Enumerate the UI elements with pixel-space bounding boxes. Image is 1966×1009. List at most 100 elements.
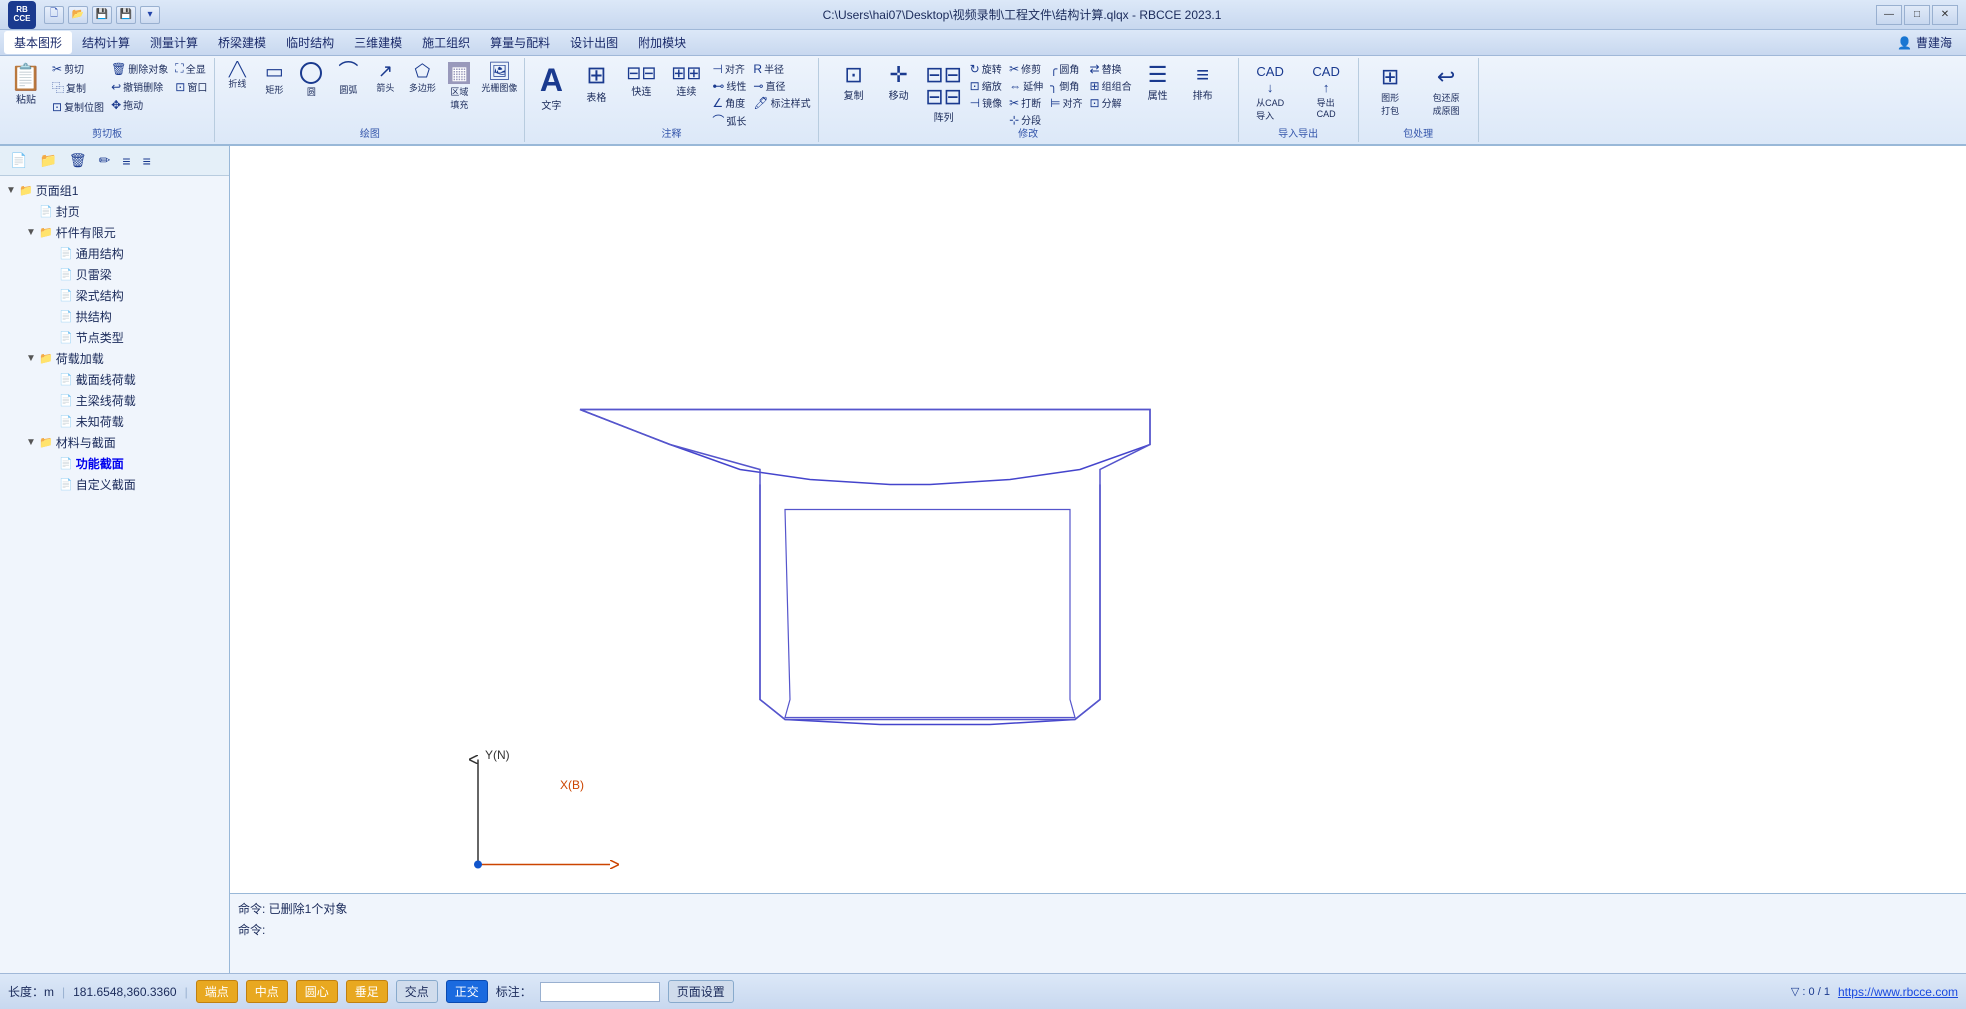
new-page-button[interactable]: 📄 — [6, 150, 31, 171]
menu-construction-org[interactable]: 施工组织 — [412, 31, 480, 54]
menu-quantity[interactable]: 算量与配料 — [480, 31, 560, 54]
snap-center-button[interactable]: 圆心 — [296, 980, 338, 1003]
close-button[interactable]: ✕ — [1932, 5, 1958, 25]
snap-intersection-button[interactable]: 交点 — [396, 980, 438, 1003]
align3-button[interactable]: ⊨对齐 — [1047, 94, 1085, 111]
tree-item-func-section[interactable]: 📄 功能截面 — [2, 453, 227, 474]
menu-addon[interactable]: 附加模块 — [628, 31, 696, 54]
maximize-button[interactable]: □ — [1904, 5, 1930, 25]
menu-design-draw[interactable]: 设计出图 — [560, 31, 628, 54]
array-button[interactable]: ⊟⊟⊟⊟ 阵列 — [922, 60, 966, 128]
arc-button[interactable]: ⌒ 圆弧 — [330, 60, 366, 98]
text-button[interactable]: A 文字 — [529, 60, 573, 116]
break-button[interactable]: ✂打断 — [1006, 94, 1046, 111]
arrow-button[interactable]: ↗ 箭头 — [367, 60, 403, 96]
group-comb-button[interactable]: ⊞组组合 — [1087, 77, 1135, 94]
tree-item-arch[interactable]: 📄 拱结构 — [2, 306, 227, 327]
angle-dim-button[interactable]: ∠角度 — [709, 94, 749, 111]
round-corner-button[interactable]: ╭圆角 — [1047, 60, 1085, 77]
menu-3d-build[interactable]: 三维建模 — [344, 31, 412, 54]
mirror-button[interactable]: ⊣镜像 — [967, 94, 1005, 111]
tree-item-load-apply[interactable]: ▼ 📁 荷载加载 — [2, 348, 227, 369]
tree-item-bailey[interactable]: 📄 贝雷梁 — [2, 264, 227, 285]
polyline-button[interactable]: ╱╲ 折线 — [219, 60, 255, 92]
save-button[interactable]: 💾 — [92, 6, 112, 24]
window-button[interactable]: ⊡ 窗口 — [172, 78, 210, 95]
rotate-button[interactable]: ↻旋转 — [967, 60, 1005, 77]
radius-dim-button[interactable]: R半径 — [750, 60, 813, 77]
fast-button[interactable]: ⊟⊟ 快连 — [619, 60, 663, 102]
snap-perpendicular-button[interactable]: 垂足 — [346, 980, 388, 1003]
dropdown-button[interactable]: ▾ — [140, 6, 160, 24]
tree-item-custom-section[interactable]: 📄 自定义截面 — [2, 474, 227, 495]
from-cad-button[interactable]: CAD↓ 从CAD导入 — [1243, 60, 1298, 126]
restore-button[interactable]: ↩ 包还原成原图 — [1419, 60, 1474, 121]
drawing-canvas[interactable]: Y(N) X(B) — [230, 146, 1966, 893]
menu-bridge-model[interactable]: 桥梁建模 — [208, 31, 276, 54]
edit-page-button[interactable]: ✏ — [95, 150, 115, 171]
split-button[interactable]: ⊡分解 — [1087, 94, 1135, 111]
save-as-button[interactable]: 💾 — [116, 6, 136, 24]
tree-item-cover[interactable]: 📄 封页 — [2, 201, 227, 222]
ortho-button[interactable]: 正交 — [446, 980, 488, 1003]
detail-view-button[interactable]: ≡ — [139, 151, 155, 171]
snap-endpoint-button[interactable]: 端点 — [196, 980, 238, 1003]
diameter-dim-button[interactable]: ⊸直径 — [750, 77, 813, 94]
tree-item-section-line-load[interactable]: 📄 截面线荷载 — [2, 369, 227, 390]
region-fill-button[interactable]: ▦ 区域填充 — [441, 60, 477, 113]
replace-button[interactable]: ⇄替换 — [1087, 60, 1135, 77]
connect-button[interactable]: ⊞⊞ 连续 — [664, 60, 708, 102]
menu-temp-struct[interactable]: 临时结构 — [276, 31, 344, 54]
polygon-button[interactable]: ⬠ 多边形 — [404, 60, 440, 96]
fillet-button[interactable]: ╮倒角 — [1047, 77, 1085, 94]
drag-button[interactable]: ✥ 拖动 — [108, 96, 171, 113]
tree-item-material-section[interactable]: ▼ 📁 材料与截面 — [2, 432, 227, 453]
delete-page-button[interactable]: 🗑 — [65, 150, 91, 171]
main-canvas-area[interactable]: Y(N) X(B) 命令: 已删除1个对象 命令: — [230, 146, 1966, 973]
scale-button[interactable]: ⊡缩放 — [967, 77, 1005, 94]
paste-button[interactable]: 📋 粘贴 — [4, 60, 48, 110]
copy-pos-button[interactable]: ⊡ 复制位图 — [49, 98, 107, 115]
copy-button[interactable]: ⿻ 复制 — [49, 78, 107, 97]
annotation-input[interactable] — [540, 982, 660, 1002]
tree-item-fem[interactable]: ▼ 📁 杆件有限元 — [2, 222, 227, 243]
menu-measure-calc[interactable]: 测量计算 — [140, 31, 208, 54]
list-view-button[interactable]: ≡ — [118, 151, 134, 171]
circle-button[interactable]: 圆 — [293, 60, 329, 100]
menu-basic-shapes[interactable]: 基本图形 — [4, 31, 72, 54]
fullscreen-button[interactable]: ⛶ 全显 — [172, 60, 210, 77]
mark-style-button[interactable]: 🖊标注样式 — [750, 94, 813, 111]
new-file-button[interactable]: 🗋 — [44, 6, 64, 24]
align-dim-button[interactable]: ⊣对齐 — [709, 60, 749, 77]
drag-icon: ✥ — [111, 98, 121, 112]
copy2-button[interactable]: ⊡ 复制 — [832, 60, 876, 106]
shape-pack-button[interactable]: ⊞ 图形打包 — [1363, 60, 1418, 121]
tree-item-page-group1[interactable]: ▼ 📁 页面组1 — [2, 180, 227, 201]
undo-delete-button[interactable]: ↩ 撤销删除 — [108, 78, 171, 95]
raster-img-button[interactable]: 🖼 光栅图像 — [478, 60, 520, 96]
tree-item-unknown-load[interactable]: 📄 未知荷载 — [2, 411, 227, 432]
rect-button[interactable]: ▭ 矩形 — [256, 60, 292, 98]
website-link[interactable]: https://www.rbcce.com — [1838, 985, 1958, 999]
tree-item-main-beam-load[interactable]: 📄 主梁线荷载 — [2, 390, 227, 411]
move-button[interactable]: ✛ 移动 — [877, 60, 921, 106]
menu-struct-calc[interactable]: 结构计算 — [72, 31, 140, 54]
extend-button[interactable]: ⇔延伸 — [1006, 77, 1046, 94]
tree-item-beam-struct[interactable]: 📄 梁式结构 — [2, 285, 227, 306]
to-cad-button[interactable]: CAD↑ 导出CAD — [1299, 60, 1354, 123]
snap-midpoint-button[interactable]: 中点 — [246, 980, 288, 1003]
cut-button[interactable]: ✂ 剪切 — [49, 60, 107, 77]
page-settings-button[interactable]: 页面设置 — [668, 980, 734, 1003]
minimize-button[interactable]: — — [1876, 5, 1902, 25]
prop-button[interactable]: ☰ 属性 — [1136, 60, 1180, 106]
tree-item-node-type[interactable]: 📄 节点类型 — [2, 327, 227, 348]
open-page-button[interactable]: 📁 — [35, 150, 60, 171]
table-button[interactable]: ⊞ 表格 — [574, 60, 618, 108]
move-icon: ✛ — [889, 64, 907, 86]
arrange-button[interactable]: ≡ 排布 — [1181, 60, 1225, 106]
open-file-button[interactable]: 📂 — [68, 6, 88, 24]
delete-obj-button[interactable]: 🗑 删除对象 — [108, 60, 171, 77]
linear-dim-button[interactable]: ⊷线性 — [709, 77, 749, 94]
tree-item-general-struct[interactable]: 📄 通用结构 — [2, 243, 227, 264]
trim-button[interactable]: ✂修剪 — [1006, 60, 1046, 77]
